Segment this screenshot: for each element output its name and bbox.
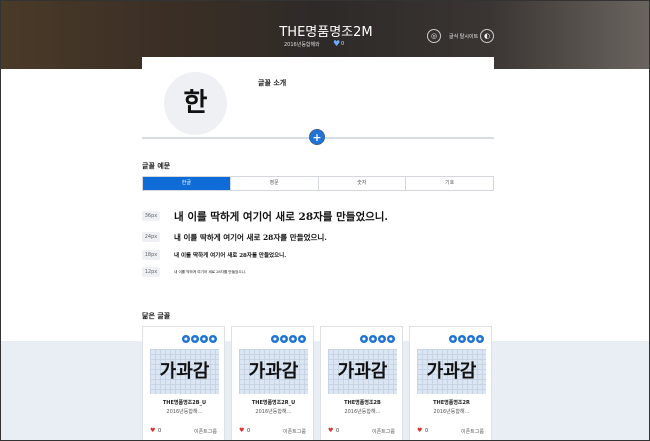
badge-icon: ● xyxy=(200,335,208,343)
font-title: THE명품명조2M xyxy=(279,25,373,40)
card-like-count: 0 xyxy=(247,428,251,434)
card-glyph-preview: 가과감 xyxy=(328,349,397,394)
similar-font-card[interactable]: ● ● ● ● 가과감 THE명품명조2B 2016년등합해… ♥ 0 이픈트그… xyxy=(320,326,404,440)
card-owner: 이픈트그룹 xyxy=(371,429,395,435)
font-subtitle: 2016년등합해와 xyxy=(284,42,320,48)
feature-badges: ● ● ● ● xyxy=(271,335,306,343)
badge-icon: ● xyxy=(476,335,484,343)
heart-icon[interactable]: ♥ xyxy=(417,427,422,434)
similar-font-card[interactable]: ● ● ● ● 가과감 THE명품명조2R_U 2016년등합해… ♥ 0 이픈… xyxy=(231,326,315,440)
card-maker: 2016년등합해… xyxy=(433,409,470,415)
similar-font-card[interactable]: ● ● ● ● 가과감 THE명품명조2B_U 2016년등합해… ♥ 0 이픈… xyxy=(142,326,226,440)
tab-korean[interactable]: 한글 xyxy=(143,177,230,190)
chat-icon[interactable]: ◎ xyxy=(427,29,441,43)
sample-text: 내 이를 딱하게 여기어 새로 28자를 만들었으니. xyxy=(174,211,389,223)
similar-font-card[interactable]: ● ● ● ● 가과감 THE명품명조2R 2016년등합해… ♥ 0 이픈트그… xyxy=(409,326,493,440)
card-glyph-preview: 가과감 xyxy=(150,349,219,394)
tab-number[interactable]: 숫자 xyxy=(317,177,406,190)
badge-icon: ● xyxy=(378,335,386,343)
heart-icon[interactable]: ♥ xyxy=(333,39,340,48)
badge-icon: ● xyxy=(271,335,279,343)
card-font-name[interactable]: THE명품명조2R_U xyxy=(232,399,315,406)
badge-icon: ● xyxy=(369,335,377,343)
card-glyph-preview: 가과감 xyxy=(417,349,486,394)
size-badge: 36px xyxy=(142,211,160,221)
badge-icon: ● xyxy=(387,335,395,343)
sample-tabs: 한글 영문 숫자 기호 xyxy=(142,176,494,191)
badge-icon: ● xyxy=(209,335,217,343)
official-site-link[interactable]: 글식 탈시이트 xyxy=(449,33,478,40)
card-like-count: 0 xyxy=(158,428,162,434)
card-font-name[interactable]: THE명품명조2R xyxy=(410,399,493,406)
heart-icon[interactable]: ♥ xyxy=(239,427,244,434)
feature-badges: ● ● ● ● xyxy=(449,335,484,343)
card-owner: 이픈트그룹 xyxy=(460,429,484,435)
feature-badges: ● ● ● ● xyxy=(182,335,217,343)
feature-badges: ● ● ● ● xyxy=(360,335,395,343)
intro-heading: 글꼴 소개 xyxy=(258,79,287,87)
samples-heading: 글꼴 예문 xyxy=(142,162,171,170)
globe-icon[interactable]: ◐ xyxy=(480,29,494,43)
badge-icon: ● xyxy=(191,335,199,343)
card-like-count: 0 xyxy=(336,428,340,434)
card-font-name[interactable]: THE명품명조2B xyxy=(321,399,404,406)
similar-heading: 닮은 글꼴 xyxy=(142,312,171,320)
badge-icon: ● xyxy=(182,335,190,343)
badge-icon: ● xyxy=(289,335,297,343)
badge-icon: ● xyxy=(449,335,457,343)
size-badge: 24px xyxy=(142,232,160,242)
card-maker: 2016년등합해… xyxy=(344,409,381,415)
tab-symbol[interactable]: 기호 xyxy=(405,177,493,190)
font-glyph-preview: 한 xyxy=(164,72,227,135)
badge-icon: ● xyxy=(280,335,288,343)
badge-icon: ● xyxy=(467,335,475,343)
card-glyph-preview: 가과감 xyxy=(239,349,308,394)
card-owner: 이픈트그룹 xyxy=(282,429,306,435)
expand-button[interactable]: + xyxy=(309,129,325,145)
heart-icon[interactable]: ♥ xyxy=(328,427,333,434)
badge-icon: ● xyxy=(360,335,368,343)
sample-text: 내 이를 딱하게 여기어 새로 28자를 만들었으니. xyxy=(174,253,287,259)
heart-icon[interactable]: ♥ xyxy=(150,427,155,434)
card-owner: 이픈트그룹 xyxy=(193,429,217,435)
tab-english[interactable]: 영문 xyxy=(229,177,318,190)
card-maker: 2016년등합해… xyxy=(255,409,292,415)
card-maker: 2016년등합해… xyxy=(166,409,203,415)
badge-icon: ● xyxy=(298,335,306,343)
size-badge: 18px xyxy=(142,250,160,260)
badge-icon: ● xyxy=(458,335,466,343)
like-count: 0 xyxy=(341,41,345,47)
size-badge: 12px xyxy=(142,267,160,277)
card-font-name[interactable]: THE명품명조2B_U xyxy=(143,399,226,406)
card-like-count: 0 xyxy=(425,428,429,434)
font-detail-page: THE명품명조2M 2016년등합해와 ♥ 0 ◎ 글식 탈시이트 ◐ 한 글꼴… xyxy=(0,0,650,441)
sample-text: 내 이를 딱하게 여기어 새로 28자를 만들었으니. xyxy=(174,233,327,242)
sample-text: 내 이를 딱하게 여기어 새로 28자를 만들었으니. xyxy=(174,270,247,274)
